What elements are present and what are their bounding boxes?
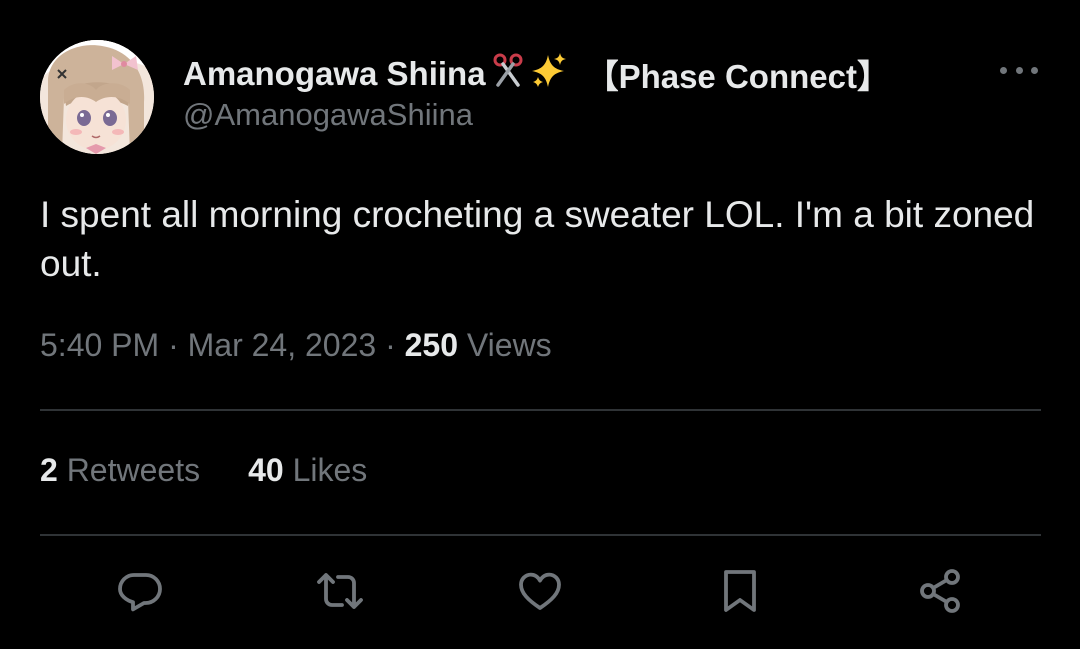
author-handle[interactable]: @AmanogawaShiina (183, 97, 473, 133)
meta-separator: · (168, 327, 179, 363)
sparkles-icon (530, 51, 568, 97)
divider (40, 534, 1041, 536)
reply-icon (118, 573, 162, 612)
views-label: Views (466, 327, 552, 363)
likes-stat[interactable]: 40 Likes (248, 452, 367, 489)
avatar-image (40, 40, 154, 154)
avatar[interactable] (40, 40, 154, 154)
retweets-stat[interactable]: 2 Retweets (40, 452, 200, 489)
tweet-date[interactable]: Mar 24, 2023 (188, 327, 377, 363)
share-icon (920, 569, 960, 613)
scissors-icon (490, 52, 526, 96)
tweet-meta: 5:40 PM · Mar 24, 2023 · 250 Views (40, 327, 552, 364)
like-icon (519, 572, 561, 610)
bookmark-icon (724, 570, 756, 612)
like-button[interactable] (514, 565, 566, 617)
author-affiliation-tag: 【Phase Connect】 (585, 58, 890, 95)
dot (1000, 66, 1007, 74)
retweet-icon (317, 573, 363, 609)
retweets-label: Retweets (66, 452, 201, 488)
reply-button[interactable] (114, 565, 166, 617)
share-button[interactable] (914, 565, 966, 617)
likes-label: Likes (292, 452, 368, 488)
divider (40, 409, 1041, 411)
bookmark-button[interactable] (714, 565, 766, 617)
dot (1031, 66, 1038, 74)
likes-count: 40 (248, 452, 284, 488)
retweet-button[interactable] (314, 565, 366, 617)
engagement-stats: 2 Retweets 40 Likes (40, 452, 367, 489)
dot (1015, 66, 1023, 74)
tweet-text: I spent all morning crocheting a sweater… (40, 194, 1035, 284)
more-options-icon[interactable] (1000, 60, 1038, 80)
tweet-time[interactable]: 5:40 PM (40, 327, 159, 363)
author-display-name[interactable]: Amanogawa Shiina (183, 55, 486, 93)
retweets-count: 2 (40, 452, 58, 488)
author-display-name-row[interactable]: Amanogawa Shiina 【Phase Connect】 (183, 50, 890, 98)
meta-separator: · (385, 327, 396, 363)
views-count: 250 (404, 327, 458, 363)
